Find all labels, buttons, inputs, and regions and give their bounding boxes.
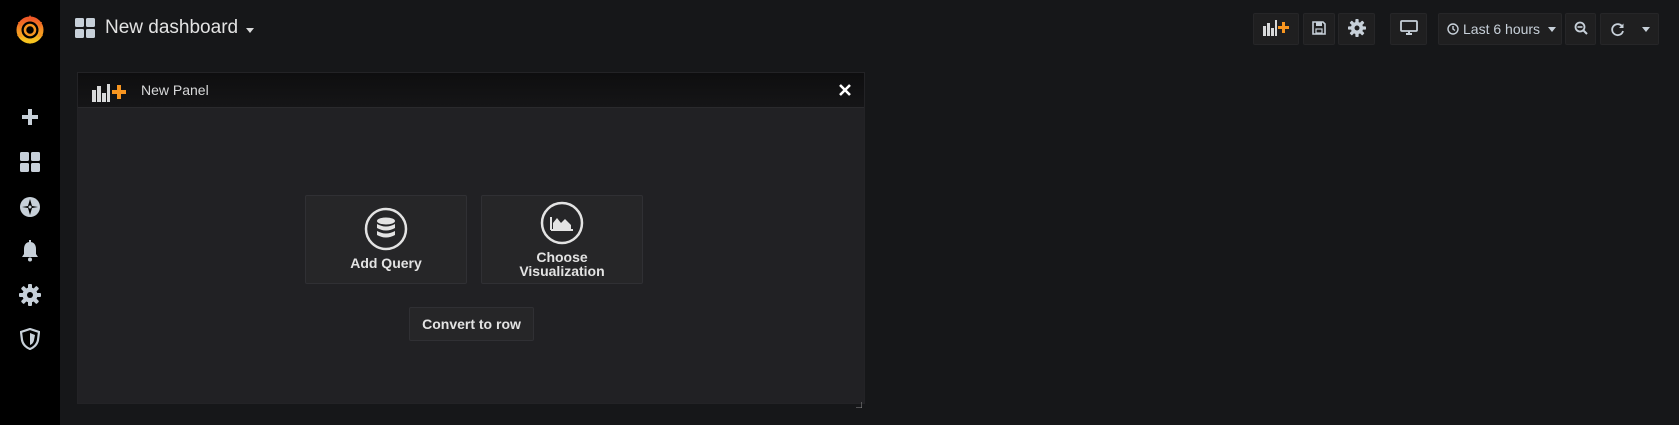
save-dashboard-button[interactable] bbox=[1303, 13, 1335, 45]
compass-icon[interactable] bbox=[18, 195, 42, 219]
add-query-label: Add Query bbox=[350, 255, 422, 271]
shield-icon[interactable] bbox=[18, 327, 42, 351]
refresh-button[interactable] bbox=[1600, 13, 1659, 45]
dashboard-picker[interactable]: New dashboard bbox=[75, 14, 255, 42]
panel-header[interactable]: New Panel bbox=[78, 73, 864, 108]
save-icon bbox=[1312, 20, 1326, 38]
choose-visualization-button[interactable]: Choose Visualization bbox=[481, 195, 643, 284]
gear-icon[interactable] bbox=[18, 283, 42, 307]
time-picker-button[interactable]: Last 6 hours bbox=[1438, 13, 1562, 45]
gear-icon bbox=[1347, 18, 1366, 40]
resize-handle-icon[interactable] bbox=[856, 395, 863, 409]
add-panel-button[interactable] bbox=[1253, 13, 1299, 45]
bell-icon[interactable] bbox=[18, 239, 42, 263]
dashboard-title: New dashboard bbox=[105, 17, 239, 38]
close-icon[interactable] bbox=[836, 81, 854, 99]
plus-icon[interactable] bbox=[18, 105, 42, 129]
convert-to-row-button[interactable]: Convert to row bbox=[409, 307, 534, 341]
apps-icon bbox=[75, 18, 95, 38]
apps-icon[interactable] bbox=[18, 150, 42, 174]
tv-icon bbox=[1399, 19, 1418, 39]
add-query-button[interactable]: Add Query bbox=[305, 195, 467, 284]
panel-title: New Panel bbox=[141, 82, 209, 98]
grafana-logo-icon[interactable] bbox=[13, 12, 47, 46]
navbar: New dashboard Last 6 hours bbox=[60, 0, 1679, 56]
view-mode-button[interactable] bbox=[1390, 13, 1427, 45]
new-panel: New Panel Add Query Choose Visualization… bbox=[77, 72, 865, 409]
refresh-icon bbox=[1610, 22, 1625, 37]
sidemenu bbox=[0, 0, 60, 425]
choose-visualization-label-1: Choose bbox=[536, 249, 588, 265]
caret-down-icon bbox=[1548, 26, 1557, 32]
caret-down-icon[interactable] bbox=[1641, 26, 1650, 32]
time-range-label: Last 6 hours bbox=[1463, 21, 1541, 37]
zoom-out-icon bbox=[1574, 21, 1588, 38]
add-panel-icon bbox=[1263, 19, 1289, 39]
database-icon bbox=[364, 207, 408, 251]
dashboard-settings-button[interactable] bbox=[1338, 13, 1375, 45]
main-area: New dashboard Last 6 hours New Panel Add… bbox=[60, 0, 1679, 425]
caret-down-icon bbox=[246, 27, 255, 33]
add-panel-icon bbox=[92, 80, 128, 102]
zoom-out-button[interactable] bbox=[1565, 13, 1596, 45]
clock-icon bbox=[1447, 23, 1459, 35]
area-chart-icon bbox=[540, 201, 584, 245]
choose-visualization-label-2: Visualization bbox=[519, 263, 605, 279]
